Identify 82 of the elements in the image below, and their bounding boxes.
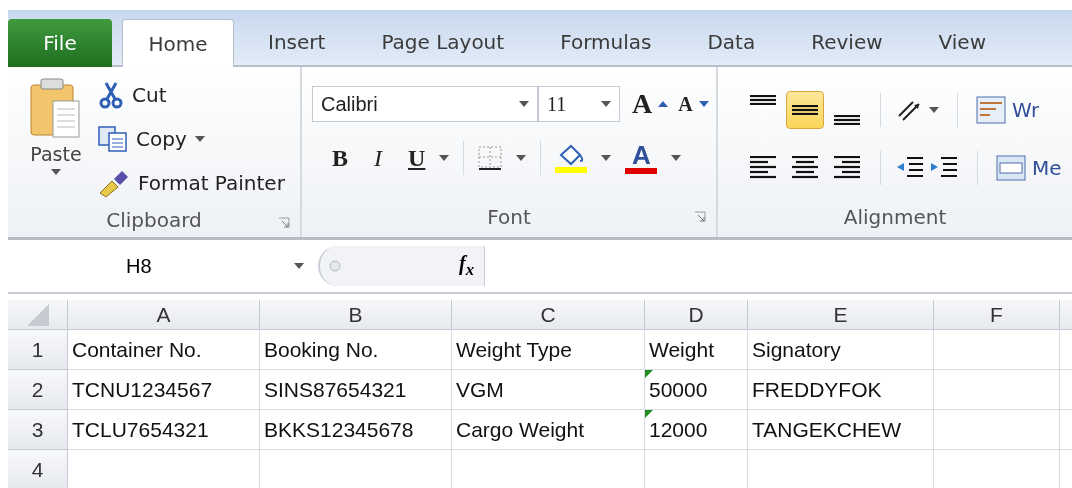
- grow-font-button[interactable]: A: [632, 88, 669, 120]
- dropdown-arrow-icon[interactable]: [439, 155, 450, 161]
- bold-button[interactable]: B: [332, 144, 348, 172]
- align-right-icon: [834, 156, 860, 180]
- column-header[interactable]: A: [68, 300, 260, 330]
- copy-button[interactable]: Copy: [98, 119, 285, 159]
- wrap-text-button[interactable]: Wr: [976, 96, 1040, 124]
- cut-button[interactable]: Cut: [98, 75, 285, 115]
- table-cell: BKKS12345678: [260, 410, 452, 450]
- table-cell: Weight: [645, 330, 748, 370]
- align-middle-icon: [792, 105, 818, 115]
- row-header[interactable]: 2: [8, 370, 68, 410]
- column-header[interactable]: C: [452, 300, 645, 330]
- ribbon-tab[interactable]: Home: [122, 19, 234, 67]
- group-label: Font: [487, 205, 531, 229]
- row-header[interactable]: 3: [8, 410, 68, 450]
- ribbon-tab[interactable]: Data: [679, 19, 784, 65]
- wrap-text-icon: [976, 96, 1006, 124]
- dialog-launcher-icon[interactable]: [694, 211, 706, 223]
- scissors-icon: [98, 81, 124, 109]
- ribbon-tab[interactable]: Review: [783, 19, 911, 65]
- ribbon-tab[interactable]: Insert: [240, 19, 354, 65]
- dropdown-arrow-icon[interactable]: [51, 169, 61, 175]
- row-header[interactable]: 4: [8, 450, 68, 488]
- group-label: Alignment: [843, 205, 947, 229]
- paintbrush-icon: [98, 169, 130, 197]
- ribbon-tab[interactable]: View: [910, 19, 1015, 65]
- table-cell: Weight Type: [452, 330, 645, 370]
- handle-icon[interactable]: [328, 259, 342, 273]
- table-cell: FREDDYFOK: [748, 370, 934, 410]
- column-header[interactable]: B: [260, 300, 452, 330]
- table-cell: Signatory: [748, 330, 934, 370]
- table-cell: Booking No.: [260, 330, 452, 370]
- dropdown-arrow-icon[interactable]: [294, 263, 304, 269]
- font-size-field[interactable]: 11: [538, 86, 620, 122]
- table-cell: Cargo Weight: [452, 410, 645, 450]
- borders-icon[interactable]: [478, 146, 503, 170]
- ribbon-tab[interactable]: Formulas: [532, 19, 680, 65]
- align-top-icon: [750, 95, 776, 105]
- dropdown-arrow-icon[interactable]: [601, 101, 611, 107]
- table-cell: SINS87654321: [260, 370, 452, 410]
- font-name-field[interactable]: Calibri: [312, 86, 538, 122]
- merge-button[interactable]: Me: [996, 155, 1062, 181]
- painter-button[interactable]: Format Painter: [98, 163, 285, 203]
- up-caret-icon: [658, 101, 669, 107]
- copy-icon: [98, 126, 128, 152]
- dropdown-arrow-icon[interactable]: [929, 107, 939, 113]
- ribbon-tab[interactable]: Page Layout: [353, 19, 533, 65]
- shrink-font-button[interactable]: A: [678, 92, 709, 116]
- dialog-launcher-icon[interactable]: [278, 217, 290, 229]
- font-color-button[interactable]: A: [625, 142, 658, 174]
- merge-cells-icon: [996, 155, 1026, 181]
- table-cell: 12000: [645, 410, 748, 450]
- table-cell: VGM: [452, 370, 645, 410]
- table-cell: TANGEKCHEW: [748, 410, 934, 450]
- align-bottom-icon: [834, 115, 860, 125]
- dropdown-arrow-icon[interactable]: [519, 101, 529, 107]
- dropdown-arrow-icon[interactable]: [194, 136, 205, 142]
- clipboard-icon: [29, 77, 83, 139]
- insert-function-button[interactable]: f$_{x}$: [459, 252, 474, 280]
- dropdown-arrow-icon[interactable]: [671, 155, 682, 161]
- underline-button[interactable]: U: [408, 144, 426, 172]
- fill-color-icon[interactable]: [555, 143, 588, 173]
- file-tab[interactable]: File: [8, 19, 112, 67]
- dropdown-arrow-icon[interactable]: [516, 155, 527, 161]
- group-label: Clipboard: [106, 208, 202, 232]
- table-cell: TCLU7654321: [68, 410, 260, 450]
- column-header[interactable]: E: [748, 300, 934, 330]
- column-header[interactable]: D: [645, 300, 748, 330]
- column-header[interactable]: F: [934, 300, 1060, 330]
- align-left-icon: [750, 156, 776, 180]
- table-cell: 50000: [645, 370, 748, 410]
- table-cell: Container No.: [68, 330, 260, 370]
- down-caret-icon: [698, 101, 709, 107]
- name-box[interactable]: H8: [8, 246, 318, 286]
- italic-button[interactable]: I: [374, 144, 382, 172]
- paste-button[interactable]: Paste: [30, 143, 82, 165]
- align-button[interactable]: [786, 91, 824, 129]
- dropdown-arrow-icon[interactable]: [601, 155, 612, 161]
- row-header[interactable]: 1: [8, 330, 68, 370]
- table-cell: TCNU1234567: [68, 370, 260, 410]
- align-center-icon: [792, 156, 818, 180]
